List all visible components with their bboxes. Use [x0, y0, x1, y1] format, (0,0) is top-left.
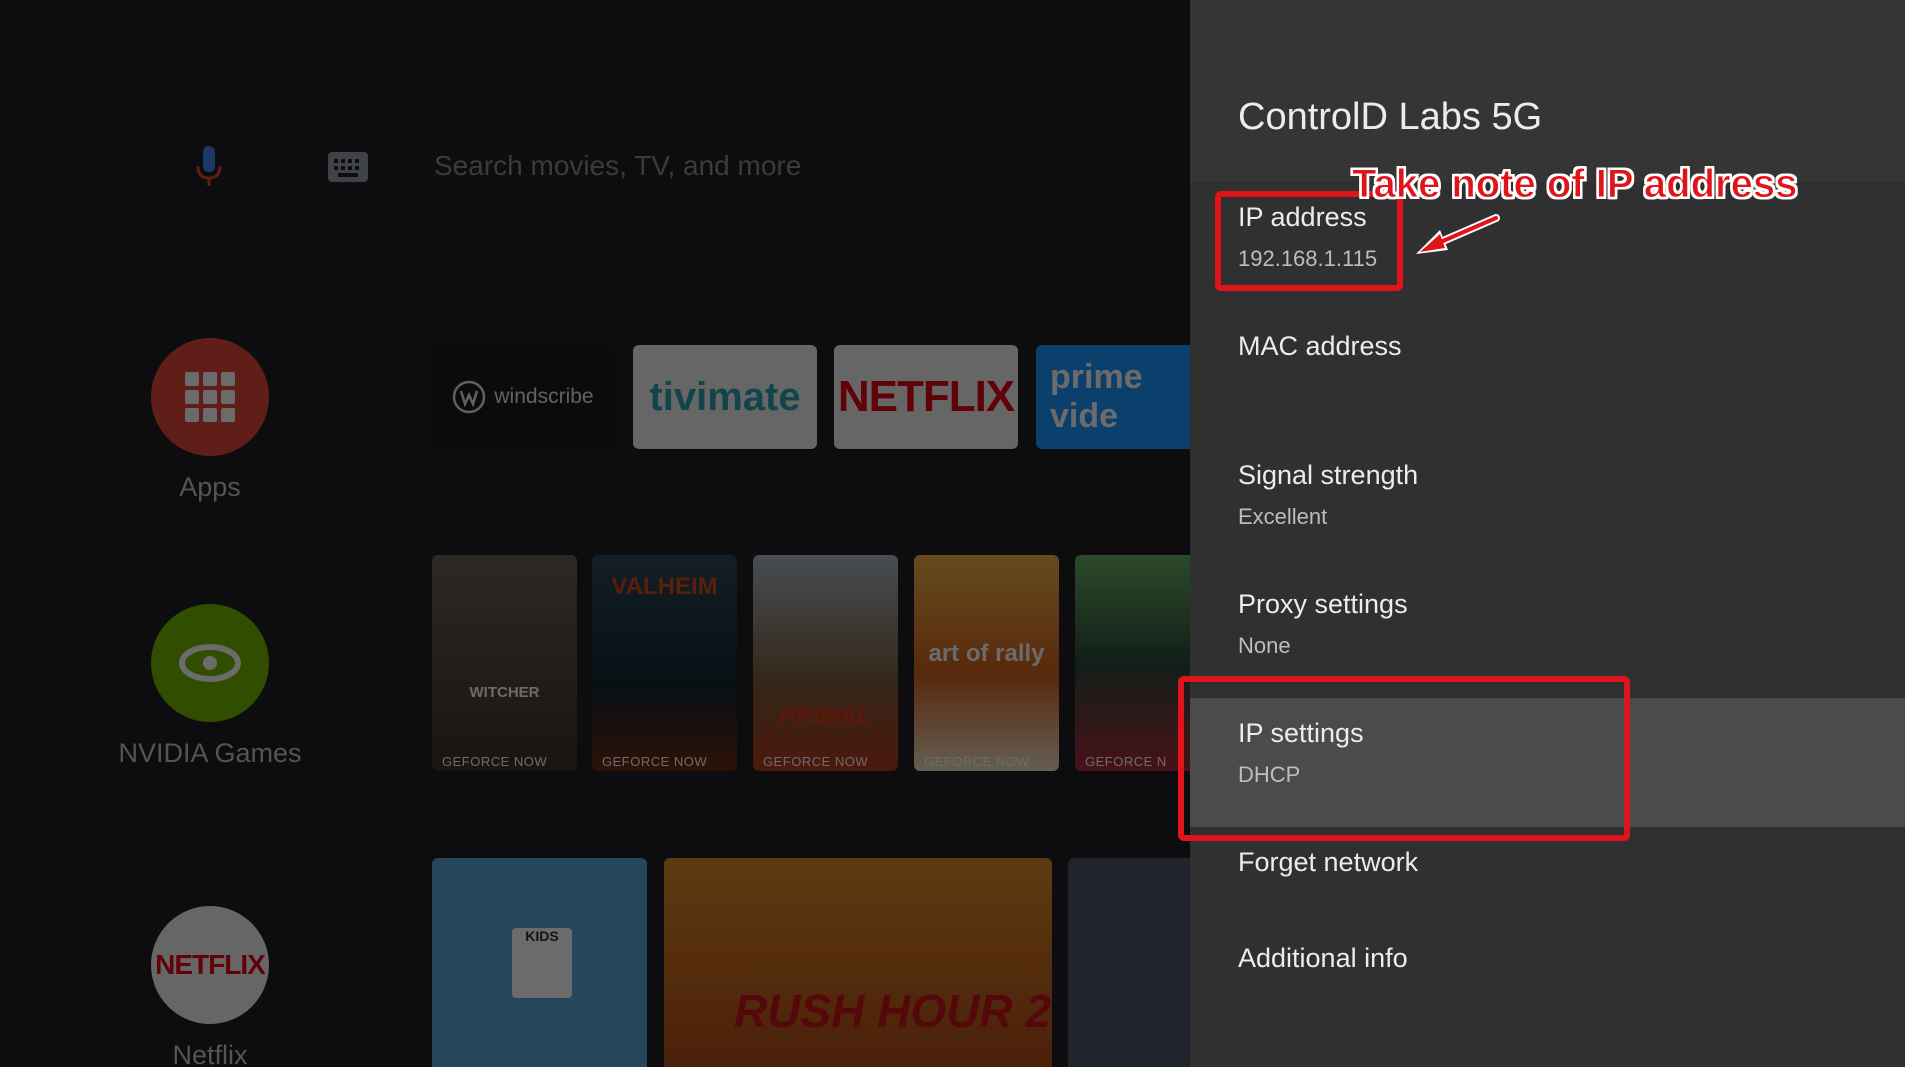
game-tile-fortnite-primal[interactable]: PRIMAL GEFORCE NOW	[753, 555, 898, 771]
nav-nvidia-games[interactable]: NVIDIA Games	[110, 604, 310, 769]
setting-title: Additional info	[1238, 943, 1408, 973]
setting-additional-info[interactable]: Additional info	[1190, 923, 1905, 1052]
panel-header	[1190, 0, 1905, 182]
netflix-logo: NETFLIX	[155, 949, 266, 980]
setting-title: Proxy settings	[1238, 589, 1408, 619]
nav-netflix-label: Netflix	[172, 1040, 248, 1067]
setting-title: MAC address	[1238, 331, 1402, 361]
kids-icon: KIDS	[512, 928, 572, 998]
keyboard-icon[interactable]	[328, 152, 368, 182]
setting-title: Forget network	[1238, 847, 1419, 877]
setting-title: Signal strength	[1238, 460, 1419, 490]
nav-apps-label: Apps	[179, 472, 241, 502]
nav-nvidia-games-label: NVIDIA Games	[118, 738, 302, 768]
home-screen: Search movies, TV, and more Apps NVIDIA …	[0, 0, 1190, 1067]
game-tile-5[interactable]: GEFORCE N	[1075, 555, 1190, 771]
setting-mac-address[interactable]: MAC address	[1190, 311, 1905, 440]
ip-settings-highlight-box	[1178, 676, 1630, 841]
setting-signal-strength[interactable]: Signal strength Excellent	[1190, 440, 1905, 569]
nvidia-icon	[151, 604, 269, 722]
app-tile-prime-video[interactable]: prime vide	[1036, 345, 1190, 449]
setting-value: None	[1238, 633, 1291, 658]
game-tile-art-of-rally[interactable]: art of rally GEFORCE NOW	[914, 555, 1059, 771]
nav-netflix[interactable]: NETFLIX Netflix	[110, 906, 310, 1067]
search-input[interactable]: Search movies, TV, and more	[434, 150, 801, 182]
netflix-icon: NETFLIX	[151, 906, 269, 1024]
network-name: ControlD Labs 5G	[1238, 96, 1543, 138]
apps-icon	[151, 338, 269, 456]
annotation-arrow-icon	[1416, 214, 1500, 254]
annotation-note: Take note of IP address	[1351, 162, 1798, 207]
game-tile-witcher[interactable]: WITCHER GEFORCE NOW	[432, 555, 577, 771]
network-settings-panel: ControlD Labs 5G IP address 192.168.1.11…	[1190, 0, 1905, 1067]
app-tile-netflix[interactable]: NETFLIX	[834, 345, 1018, 449]
setting-value: Excellent	[1238, 504, 1328, 529]
game-tile-valheim[interactable]: VALHEIM GEFORCE NOW	[592, 555, 737, 771]
media-tile-rush-hour-2[interactable]: RUSH HOUR 2	[664, 858, 1052, 1067]
media-tile-3[interactable]	[1068, 858, 1190, 1067]
nav-apps[interactable]: Apps	[110, 338, 310, 503]
app-tile-windscribe[interactable]: windscribe	[432, 345, 614, 449]
media-tile-kids[interactable]: KIDS	[432, 858, 647, 1067]
app-tile-tivimate[interactable]: tivimate	[633, 345, 817, 449]
microphone-icon[interactable]	[196, 146, 222, 186]
windscribe-icon	[453, 380, 486, 414]
